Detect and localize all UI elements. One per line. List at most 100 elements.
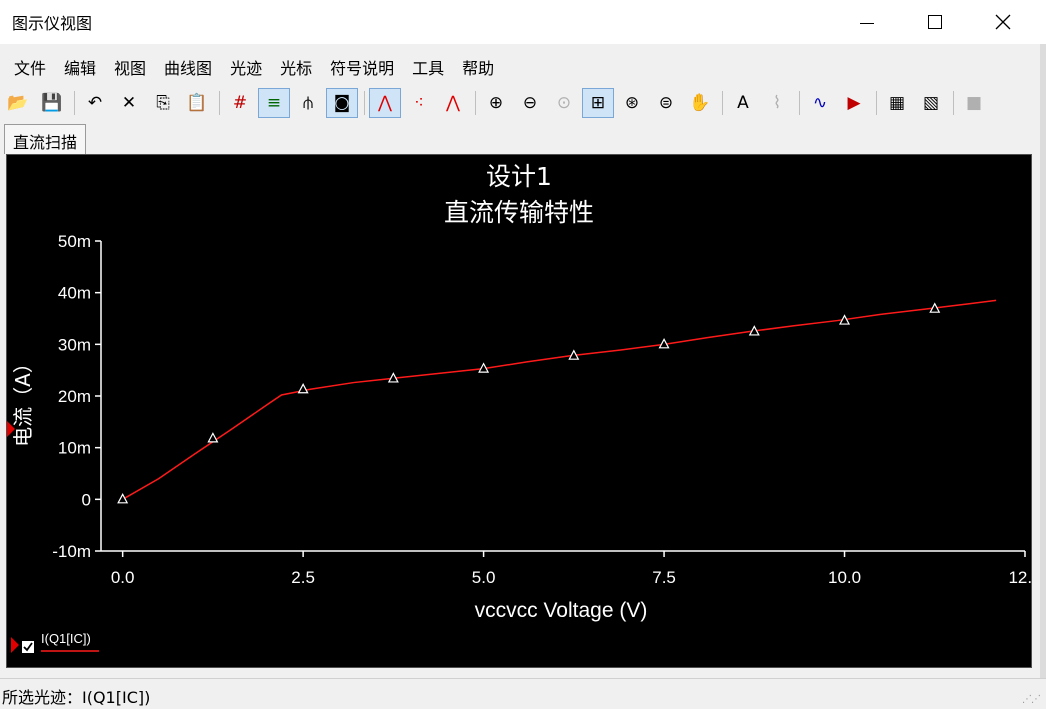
x-tick-label: 5.0 — [472, 568, 496, 587]
status-text: 所选光迹：I(Q1[IC]) — [2, 688, 151, 707]
menu-item[interactable]: 光迹 — [220, 51, 272, 83]
title-bar: 图示仪视图 — [0, 0, 1046, 44]
text-label-icon: A — [737, 93, 749, 113]
delete-button[interactable]: ✕ — [113, 88, 145, 118]
zoom-area-button[interactable]: ⊞ — [582, 88, 614, 118]
zoom-y-button[interactable]: ⊜ — [650, 88, 682, 118]
stop-button: ■ — [958, 88, 990, 118]
window-right-edge — [1040, 44, 1046, 684]
toolbar-separator — [722, 91, 723, 115]
add-trace-icon: ∿ — [812, 93, 828, 113]
export-mathcad-button[interactable]: ▧ — [915, 88, 947, 118]
marker-disabled-button: ⌇ — [761, 88, 793, 118]
add-trace-button[interactable]: ∿ — [804, 88, 836, 118]
x-tick-label: 12.5 — [1008, 568, 1031, 587]
paste-button[interactable]: 📋 — [181, 88, 213, 118]
legend-label: I(Q1[IC]) — [41, 631, 91, 646]
menu-item[interactable]: 光标 — [270, 51, 322, 83]
plot-area[interactable]: 设计1 直流传输特性 -10m 0 10m 20m 30m 40m 50m 0.0 2.5 5.0 7.… — [6, 154, 1042, 668]
text-label-button[interactable]: A — [727, 88, 759, 118]
maximize-button[interactable] — [904, 0, 966, 44]
save-icon: 💾 — [41, 93, 63, 113]
chart-subtitle: 直流传输特性 — [444, 198, 594, 227]
zoom-y-icon: ⊜ — [658, 93, 674, 113]
data-point — [207, 432, 219, 443]
x-tick-label: 2.5 — [291, 568, 315, 587]
window-title: 图示仪视图 — [12, 14, 93, 33]
close-button[interactable] — [972, 0, 1034, 44]
y-tick-label: 0 — [82, 490, 91, 509]
chart-svg[interactable]: 设计1 直流传输特性 -10m 0 10m 20m 30m 40m 50m 0.0 2.5 5.0 7.… — [7, 155, 1042, 667]
pan-hand-icon: ✋ — [689, 93, 711, 113]
open-folder-button[interactable]: 📂 — [2, 88, 34, 118]
tab-dc-sweep[interactable]: 直流扫描 — [4, 124, 87, 154]
trace-properties-icon: ▶ — [847, 93, 861, 113]
stop-icon: ■ — [965, 93, 983, 113]
legend-icon: ≡ — [266, 93, 282, 113]
y-tick-label: 50m — [58, 232, 91, 251]
menu-item[interactable]: 符号说明 — [320, 51, 404, 83]
y-tick-label: 20m — [58, 387, 91, 406]
copy-icon: ⎘ — [156, 93, 170, 113]
series-line — [122, 299, 997, 500]
toolbar-separator — [953, 91, 954, 115]
legend-button[interactable]: ≡ — [258, 88, 290, 118]
zoom-out-button[interactable]: ⊖ — [514, 88, 546, 118]
zoom-x-button[interactable]: ⊛ — [616, 88, 648, 118]
toolbar-separator — [876, 91, 877, 115]
status-bar: 所选光迹：I(Q1[IC]) ⋰⋰ — [0, 678, 1046, 709]
y-tick-label: -10m — [52, 542, 91, 561]
menu-item[interactable]: 工具 — [402, 51, 454, 83]
zoom-area-icon: ⊞ — [590, 93, 606, 113]
show-lines-points-icon: ⋀ — [446, 93, 460, 113]
cursor-button[interactable]: ⫛ — [292, 88, 324, 118]
show-lines-points-button[interactable]: ⋀ — [437, 88, 469, 118]
toolbar-separator — [475, 91, 476, 115]
save-button[interactable]: 💾 — [36, 88, 68, 118]
zoom-in-icon: ⊕ — [488, 93, 504, 113]
open-folder-icon: 📂 — [7, 93, 29, 113]
menu-item[interactable]: 文件 — [4, 51, 56, 83]
menu-item[interactable]: 编辑 — [54, 51, 106, 83]
minimize-button[interactable] — [836, 0, 898, 44]
legend-checkbox — [22, 641, 34, 653]
legend-marker-icon — [11, 637, 19, 653]
toolbar-separator — [364, 91, 365, 115]
toolbar-separator — [219, 91, 220, 115]
trace-properties-button[interactable]: ▶ — [838, 88, 870, 118]
resize-grip-icon[interactable]: ⋰⋰ — [1022, 694, 1041, 705]
export-excel-button[interactable]: ▦ — [881, 88, 913, 118]
export-mathcad-icon: ▧ — [922, 93, 940, 113]
export-excel-icon: ▦ — [888, 93, 906, 113]
paste-icon: 📋 — [186, 93, 208, 113]
zoom-disabled-icon: ⊙ — [556, 93, 572, 113]
zoom-out-icon: ⊖ — [522, 93, 538, 113]
menu-item[interactable]: 曲线图 — [154, 51, 222, 83]
show-lines-button[interactable]: ⋀ — [369, 88, 401, 118]
show-points-icon: ⁖ — [414, 93, 424, 113]
toolbar: 📂 💾 ↶ ✕ ⎘ 📋 # ≡ ⫛ ◙ ⋀ ⁖ ⋀ ⊕ ⊖ ⊙ ⊞ ⊛ ⊜ ✋ A ⌇ ∿ ▶ ▦ ▧ ■ — [0, 86, 1040, 120]
copy-button[interactable]: ⎘ — [147, 88, 179, 118]
data-point — [297, 383, 309, 394]
menu-item[interactable]: 帮助 — [452, 51, 504, 83]
marker-disabled-icon: ⌇ — [772, 93, 782, 113]
pan-hand-button[interactable]: ✋ — [684, 88, 716, 118]
close-icon — [995, 14, 1011, 30]
zoom-in-button[interactable]: ⊕ — [480, 88, 512, 118]
reverse-colors-button[interactable]: ◙ — [326, 88, 358, 118]
show-points-button[interactable]: ⁖ — [403, 88, 435, 118]
toolbar-separator — [799, 91, 800, 115]
cursor-icon: ⫛ — [302, 93, 314, 113]
data-point — [117, 493, 129, 504]
x-axis-label: vccvcc Voltage (V) — [475, 599, 648, 622]
grid-icon: # — [232, 93, 248, 113]
maximize-icon — [928, 15, 942, 29]
undo-button[interactable]: ↶ — [79, 88, 111, 118]
zoom-disabled-button: ⊙ — [548, 88, 580, 118]
x-tick-label: 7.5 — [652, 568, 676, 587]
chart-title: 设计1 — [486, 162, 552, 191]
x-tick-label: 10.0 — [828, 568, 861, 587]
undo-icon: ↶ — [87, 93, 103, 113]
menu-item[interactable]: 视图 — [104, 51, 156, 83]
grid-button[interactable]: # — [224, 88, 256, 118]
